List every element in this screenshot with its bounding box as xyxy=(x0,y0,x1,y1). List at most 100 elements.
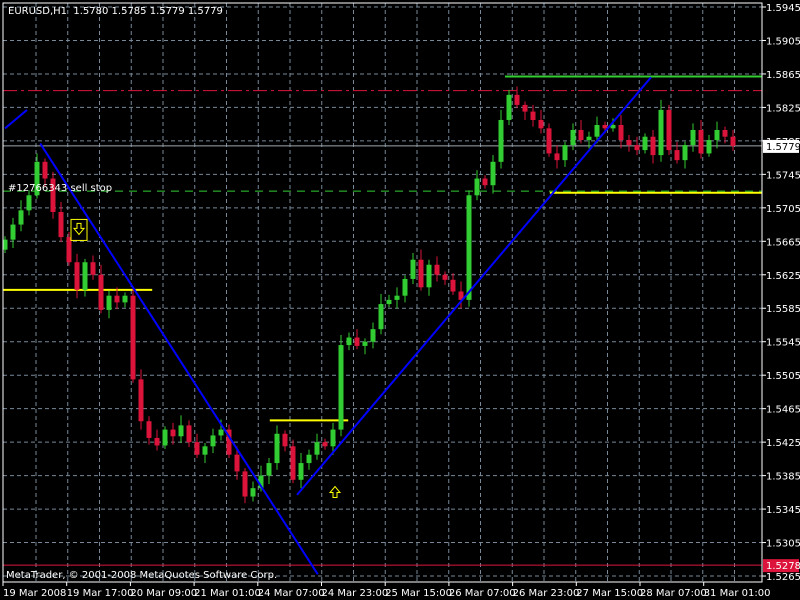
candle-body xyxy=(626,140,632,146)
candle-body xyxy=(194,442,200,455)
candle-body xyxy=(170,429,176,437)
symbol-info: EURUSD,H1 1.5780 1.5785 1.5779 1.5779 xyxy=(8,6,223,17)
candle-body xyxy=(378,304,384,330)
red-level-label: 1.5278 xyxy=(766,561,800,572)
price-chart[interactable]: EURUSD,H1 1.5780 1.5785 1.5779 1.5779 #1… xyxy=(0,0,800,600)
candle-body xyxy=(10,224,16,240)
red-level-tag: 1.5278 xyxy=(763,559,800,573)
candle xyxy=(130,289,136,383)
candle-body xyxy=(402,278,408,296)
time-tick-label: 19 Mar 17:00 xyxy=(67,588,134,599)
candle-body xyxy=(154,437,160,446)
candle-body xyxy=(42,161,48,179)
price-tick-label: 1.5425 xyxy=(766,438,800,449)
candle-body xyxy=(386,299,392,305)
candle-body xyxy=(426,264,432,288)
candle-body xyxy=(218,429,224,436)
candle-body xyxy=(498,119,504,162)
candle-body xyxy=(466,195,472,300)
candle-body xyxy=(282,433,288,447)
time-tick-label: 24 Mar 23:00 xyxy=(322,588,389,599)
time-tick-label: 31 Mar 01:00 xyxy=(704,588,771,599)
candle-body xyxy=(122,295,128,303)
candle-body xyxy=(162,429,168,446)
candle-body xyxy=(98,274,104,310)
candle-body xyxy=(690,130,696,146)
candle-body xyxy=(306,454,312,464)
price-tick-label: 1.5625 xyxy=(766,271,800,282)
candle-body xyxy=(682,145,688,161)
candle-body xyxy=(698,130,704,154)
price-tick-label: 1.5865 xyxy=(766,70,800,81)
candle-body xyxy=(274,433,280,464)
price-tick-label: 1.5585 xyxy=(766,304,800,315)
candle-body xyxy=(338,345,344,430)
candle-body xyxy=(586,136,592,141)
candle-body xyxy=(642,136,648,151)
candle-body xyxy=(234,454,240,472)
candle-body xyxy=(106,295,112,310)
candle-body xyxy=(482,178,488,186)
candle-body xyxy=(450,279,456,292)
candle-body xyxy=(490,161,496,186)
current-price-label: 1.5779 xyxy=(766,142,800,153)
candle-body xyxy=(90,262,96,275)
candle-body xyxy=(546,128,552,154)
candle-body xyxy=(74,262,80,290)
candle-body xyxy=(538,119,544,129)
candle-body xyxy=(554,153,560,161)
price-tick-label: 1.5265 xyxy=(766,572,800,583)
price-tick-label: 1.5825 xyxy=(766,103,800,114)
candle-body xyxy=(266,463,272,476)
price-tick-label: 1.5465 xyxy=(766,405,800,416)
candle xyxy=(506,89,512,125)
price-tick-label: 1.5545 xyxy=(766,338,800,349)
candle-body xyxy=(202,446,208,455)
candle-body xyxy=(634,145,640,151)
time-tick-label: 19 Mar 2008 xyxy=(3,588,66,599)
candle xyxy=(666,104,672,156)
time-tick-label: 25 Mar 15:00 xyxy=(385,588,452,599)
candle-body xyxy=(114,295,120,303)
price-tick-label: 1.5905 xyxy=(766,36,800,47)
candle-body xyxy=(290,446,296,480)
candle-body xyxy=(146,421,152,438)
candle-body xyxy=(298,463,304,480)
time-tick-label: 20 Mar 09:00 xyxy=(130,588,197,599)
order-label: #12766343 sell stop xyxy=(8,183,112,194)
time-tick-label: 21 Mar 01:00 xyxy=(194,588,261,599)
price-tick-label: 1.5345 xyxy=(766,505,800,516)
price-tick-label: 1.5705 xyxy=(766,204,800,215)
candle-body xyxy=(474,178,480,196)
candle-body xyxy=(58,212,64,238)
price-tick-label: 1.5745 xyxy=(766,170,800,181)
candle-body xyxy=(370,329,376,342)
price-tick-label: 1.5385 xyxy=(766,472,800,483)
candle xyxy=(162,426,168,449)
time-tick-label: 27 Mar 15:00 xyxy=(576,588,643,599)
candle-body xyxy=(130,295,136,380)
candle-body xyxy=(82,262,88,290)
candle-body xyxy=(346,337,352,346)
candle-body xyxy=(18,210,24,225)
candle-body xyxy=(618,124,624,141)
price-tick-label: 1.5945 xyxy=(766,3,800,14)
candle-body xyxy=(178,425,184,437)
candle-body xyxy=(138,379,144,422)
candle-body xyxy=(506,94,512,120)
candle-body xyxy=(322,442,328,447)
candle xyxy=(546,123,552,157)
candle-body xyxy=(418,259,424,288)
candle-body xyxy=(578,130,584,141)
candle xyxy=(338,335,344,437)
candle-body xyxy=(514,94,520,105)
candle-body xyxy=(330,429,336,447)
candle-body xyxy=(314,442,320,455)
copyright-text: MetaTrader, © 2001-2008 MetaQuotes Softw… xyxy=(6,570,277,581)
candle-body xyxy=(394,295,400,300)
candle-body xyxy=(242,471,248,497)
candle-body xyxy=(530,111,536,120)
price-tick-label: 1.5505 xyxy=(766,371,800,382)
candle-body xyxy=(650,136,656,156)
time-tick-label: 26 Mar 23:00 xyxy=(513,588,580,599)
